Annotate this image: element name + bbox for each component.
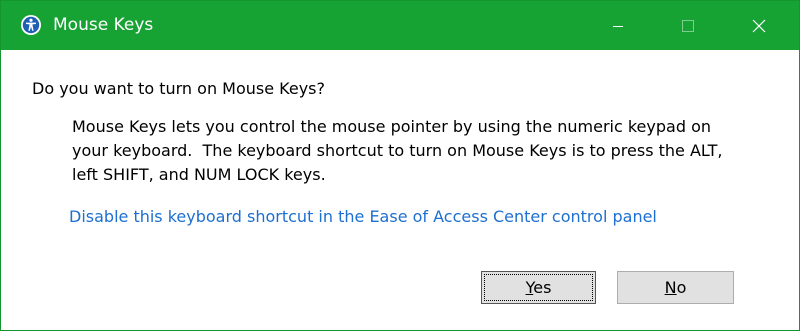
- yes-button[interactable]: Yes: [481, 271, 596, 304]
- minimize-icon: [613, 25, 623, 27]
- minimize-button[interactable]: [595, 1, 641, 50]
- close-icon: [752, 19, 766, 32]
- no-accelerator: N: [664, 278, 677, 297]
- maximize-button[interactable]: [665, 1, 711, 50]
- no-button-label: No: [665, 278, 687, 297]
- description-line: your keyboard. The keyboard shortcut to …: [72, 141, 723, 160]
- no-label-rest: o: [676, 278, 687, 297]
- title-bar[interactable]: Mouse Keys: [1, 1, 799, 50]
- description-line: left SHIFT, and NUM LOCK keys.: [72, 165, 326, 184]
- mouse-keys-dialog: Mouse Keys Do you want to turn on Mouse …: [0, 0, 800, 331]
- dialog-question: Do you want to turn on Mouse Keys?: [32, 79, 326, 98]
- ease-of-access-icon: [21, 15, 41, 35]
- description-line: Mouse Keys lets you control the mouse po…: [72, 117, 711, 136]
- disable-shortcut-link[interactable]: Disable this keyboard shortcut in the Ea…: [69, 206, 657, 228]
- maximize-icon: [682, 19, 694, 32]
- yes-button-label: Yes: [526, 278, 552, 297]
- yes-label-rest: es: [533, 278, 552, 297]
- no-button[interactable]: No: [617, 271, 734, 304]
- window-title: Mouse Keys: [53, 15, 154, 35]
- close-button[interactable]: [736, 1, 782, 50]
- dialog-description: Mouse Keys lets you control the mouse po…: [72, 115, 772, 187]
